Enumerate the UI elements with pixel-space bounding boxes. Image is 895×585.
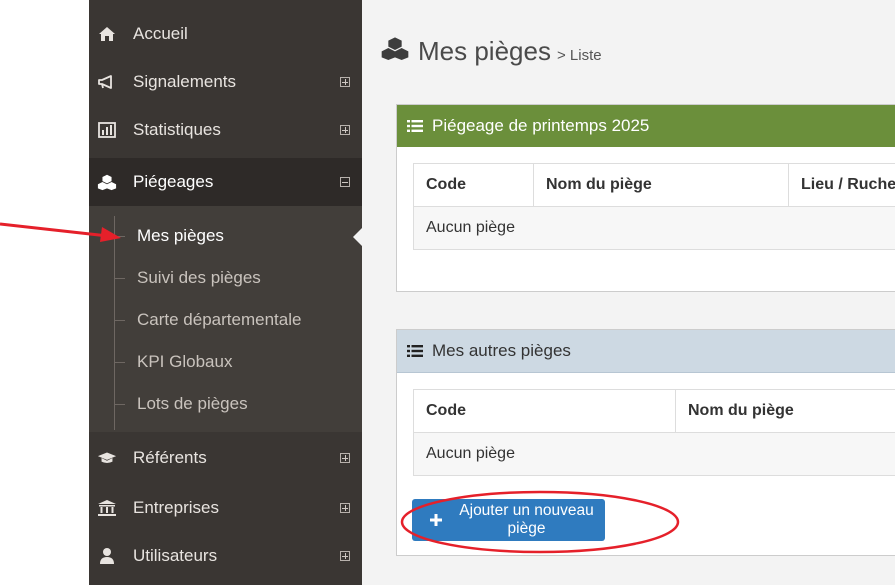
add-trap-button[interactable]: Ajouter un nouveau piège bbox=[412, 499, 605, 541]
sidebar-item-signalements[interactable]: Signalements bbox=[89, 58, 362, 106]
sidebar-item-label: Entreprises bbox=[133, 498, 219, 517]
breadcrumb: > Liste bbox=[556, 47, 602, 64]
panel-title: Piégeage de printemps 2025 bbox=[432, 116, 650, 135]
institution-icon bbox=[97, 498, 117, 518]
column-header[interactable]: Nom du piège bbox=[675, 389, 895, 433]
submenu-item-label: Mes pièges bbox=[137, 226, 224, 245]
column-header[interactable]: Code bbox=[413, 389, 676, 433]
submenu-item-label: Lots de pièges bbox=[137, 394, 248, 413]
list-icon bbox=[407, 119, 423, 133]
list-icon bbox=[407, 344, 423, 358]
expand-icon[interactable] bbox=[340, 503, 350, 513]
panel-piegeage-printemps: Piégeage de printemps 2025 Code Nom du p… bbox=[396, 104, 895, 292]
submenu-piegeages: Mes pièges Suivi des pièges Carte départ… bbox=[89, 206, 362, 432]
expand-icon[interactable] bbox=[340, 77, 350, 87]
submenu-item-kpi[interactable]: KPI Globaux bbox=[89, 341, 362, 383]
expand-icon[interactable] bbox=[340, 453, 350, 463]
cubes-icon bbox=[97, 172, 117, 192]
graduation-cap-icon bbox=[97, 448, 117, 468]
submenu-item-label: Carte départementale bbox=[137, 310, 302, 329]
sidebar-item-statistiques[interactable]: Statistiques bbox=[89, 106, 362, 154]
table-row: Aucun piège bbox=[413, 432, 895, 476]
submenu-item-suivi[interactable]: Suivi des pièges bbox=[89, 257, 362, 299]
submenu-item-mes-pieges[interactable]: Mes pièges bbox=[89, 215, 362, 257]
sidebar-item-label: Statistiques bbox=[133, 120, 221, 139]
empty-row-text: Aucun piège bbox=[413, 432, 895, 476]
submenu-item-lots[interactable]: Lots de pièges bbox=[89, 383, 362, 425]
panel-title: Mes autres pièges bbox=[432, 341, 571, 360]
column-header[interactable]: Lieu / Ruche bbox=[788, 163, 895, 207]
submenu-item-carte[interactable]: Carte départementale bbox=[89, 299, 362, 341]
sidebar: Accueil Signalements Statistiques Piégea… bbox=[89, 0, 362, 585]
table-row: Aucun piège bbox=[413, 206, 895, 250]
sidebar-item-accueil[interactable]: Accueil bbox=[89, 10, 362, 58]
add-trap-label: Ajouter un nouveau piège bbox=[459, 502, 594, 537]
sidebar-item-referents[interactable]: Référents bbox=[89, 434, 362, 482]
plus-icon bbox=[430, 514, 442, 526]
table-header-row: Code Nom du piège Lieu / Ruche bbox=[413, 163, 895, 207]
sidebar-item-label: Piégeages bbox=[133, 172, 214, 191]
sidebar-item-label: Accueil bbox=[133, 24, 188, 43]
sidebar-item-piegeages[interactable]: Piégeages bbox=[89, 158, 362, 206]
sidebar-item-label: Utilisateurs bbox=[133, 546, 218, 565]
other-traps-table: Code Nom du piège Aucun piège bbox=[413, 389, 895, 476]
sidebar-item-utilisateurs[interactable]: Utilisateurs bbox=[89, 532, 362, 580]
sidebar-item-label: Référents bbox=[133, 448, 207, 467]
expand-icon[interactable] bbox=[340, 551, 350, 561]
expand-icon[interactable] bbox=[340, 125, 350, 135]
submenu-item-label: KPI Globaux bbox=[137, 352, 233, 371]
bar-chart-icon bbox=[97, 120, 117, 140]
column-header[interactable]: Code bbox=[413, 163, 534, 207]
home-icon bbox=[97, 24, 117, 44]
user-icon bbox=[97, 546, 117, 566]
page-title: Mes pièges > Liste bbox=[380, 36, 602, 67]
submenu-item-label: Suivi des pièges bbox=[137, 268, 261, 287]
empty-row-text: Aucun piège bbox=[413, 206, 895, 250]
main-content: Mes pièges > Liste Piégeage de printemps… bbox=[362, 0, 895, 585]
table-header-row: Code Nom du piège bbox=[413, 389, 895, 433]
page-title-text: Mes pièges bbox=[418, 36, 551, 66]
sidebar-item-label: Signalements bbox=[133, 72, 237, 91]
megaphone-icon bbox=[97, 72, 117, 92]
cubes-icon bbox=[380, 36, 410, 60]
column-header[interactable]: Nom du piège bbox=[533, 163, 789, 207]
sidebar-item-entreprises[interactable]: Entreprises bbox=[89, 484, 362, 532]
active-caret bbox=[353, 228, 362, 246]
traps-table: Code Nom du piège Lieu / Ruche Aucun piè… bbox=[413, 163, 895, 250]
panel-header: Piégeage de printemps 2025 bbox=[397, 105, 895, 147]
collapse-icon[interactable] bbox=[340, 177, 350, 187]
panel-header: Mes autres pièges bbox=[397, 330, 895, 373]
